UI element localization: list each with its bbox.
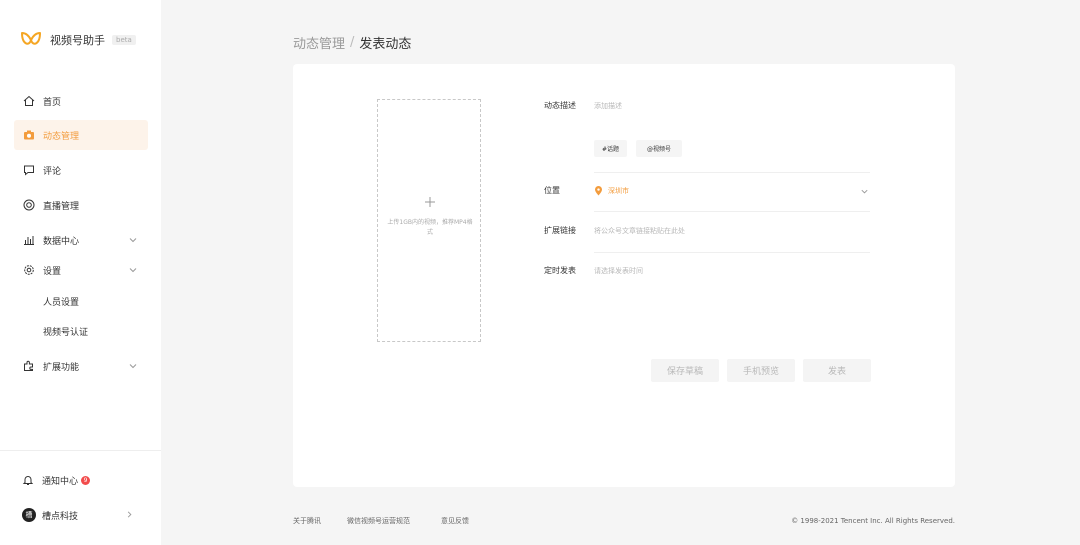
sidebar-item-label: 扩展功能 bbox=[43, 362, 80, 373]
location-select[interactable]: 深圳市 bbox=[594, 185, 629, 197]
location-pin-icon bbox=[595, 186, 602, 196]
location-value: 深圳市 bbox=[608, 187, 629, 195]
sidebar-item-settings[interactable]: 设置 bbox=[14, 255, 148, 285]
comment-icon bbox=[22, 164, 35, 177]
description-input[interactable]: 添加描述 bbox=[594, 100, 864, 112]
bar-chart-icon bbox=[22, 234, 35, 247]
post-form-card: 上传1GB内的视频，推荐MP4格式 动态描述 添加描述 #话题 @视频号 位置 … bbox=[293, 64, 955, 487]
app-name: 视频号助手 bbox=[50, 34, 105, 47]
sidebar-item-label: 设置 bbox=[43, 266, 62, 277]
sidebar-item-label: 直播管理 bbox=[43, 201, 80, 212]
field-divider bbox=[594, 211, 870, 212]
sidebar: 视频号助手 beta 首页 动态管理 评论 直播管理 数据中心 设置 人员设置 … bbox=[0, 0, 161, 545]
sidebar-item-data[interactable]: 数据中心 bbox=[14, 225, 148, 255]
breadcrumb: 动态管理 / 发表动态 bbox=[293, 33, 412, 52]
avatar: 槽 bbox=[22, 508, 36, 522]
notification-label: 通知中心 bbox=[42, 476, 79, 487]
logo-icon bbox=[21, 32, 41, 45]
notification-badge: 9 bbox=[81, 475, 91, 485]
sidebar-divider bbox=[0, 450, 161, 451]
copyright: © 1998-2021 Tencent Inc. All Rights Rese… bbox=[791, 517, 955, 525]
account-name: 槽点科技 bbox=[42, 511, 79, 522]
link-label: 扩展链接 bbox=[544, 226, 576, 235]
preview-button[interactable]: 手机预览 bbox=[727, 359, 795, 382]
puzzle-icon bbox=[22, 360, 35, 373]
sidebar-item-label: 评论 bbox=[43, 166, 62, 177]
sidebar-item-live[interactable]: 直播管理 bbox=[14, 190, 148, 220]
account-menu[interactable]: 槽 槽点科技 bbox=[22, 507, 136, 523]
sidebar-item-label: 动态管理 bbox=[43, 131, 80, 142]
sidebar-item-label: 首页 bbox=[43, 97, 62, 108]
topic-tag-button[interactable]: #话题 bbox=[594, 140, 627, 157]
sidebar-subitem-staff[interactable]: 人员设置 bbox=[43, 296, 79, 310]
sidebar-subitem-verification[interactable]: 视频号认证 bbox=[43, 326, 88, 340]
chevron-down-icon[interactable] bbox=[860, 187, 869, 196]
gear-icon bbox=[22, 264, 35, 277]
upload-hint: 上传1GB内的视频，推荐MP4格式 bbox=[387, 219, 473, 236]
home-icon bbox=[22, 95, 35, 108]
chevron-right-icon bbox=[127, 511, 132, 518]
beta-badge: beta bbox=[112, 35, 136, 45]
publish-button[interactable]: 发表 bbox=[803, 359, 871, 382]
save-draft-button[interactable]: 保存草稿 bbox=[651, 359, 719, 382]
sidebar-item-extensions[interactable]: 扩展功能 bbox=[14, 351, 148, 381]
bell-icon bbox=[22, 476, 34, 485]
mention-tag-button[interactable]: @视频号 bbox=[636, 140, 682, 157]
sidebar-item-home[interactable]: 首页 bbox=[14, 86, 148, 116]
footer-link-rules[interactable]: 微信视频号运营规范 bbox=[347, 516, 410, 526]
breadcrumb-separator: / bbox=[350, 34, 355, 50]
chevron-down-icon bbox=[129, 364, 137, 369]
location-label: 位置 bbox=[544, 186, 560, 195]
notification-center[interactable]: 通知中心 9 bbox=[22, 472, 91, 488]
link-input[interactable]: 将公众号文章链接粘贴在此处 bbox=[594, 225, 864, 237]
schedule-label: 定时发表 bbox=[544, 266, 576, 275]
sidebar-item-label: 数据中心 bbox=[43, 236, 80, 247]
schedule-input[interactable]: 请选择发表时间 bbox=[594, 265, 864, 277]
chevron-down-icon bbox=[129, 268, 137, 273]
plus-icon bbox=[425, 197, 435, 207]
field-divider bbox=[594, 172, 870, 173]
breadcrumb-parent[interactable]: 动态管理 bbox=[293, 33, 345, 52]
footer-link-feedback[interactable]: 意见反馈 bbox=[441, 516, 469, 526]
page-title: 发表动态 bbox=[359, 36, 412, 52]
camera-icon bbox=[22, 129, 35, 142]
live-icon bbox=[22, 199, 35, 212]
sidebar-item-posts[interactable]: 动态管理 bbox=[14, 120, 148, 150]
field-divider bbox=[594, 252, 870, 253]
description-label: 动态描述 bbox=[544, 101, 576, 110]
sidebar-item-comments[interactable]: 评论 bbox=[14, 155, 148, 185]
video-upload-area[interactable]: 上传1GB内的视频，推荐MP4格式 bbox=[377, 99, 481, 342]
chevron-down-icon bbox=[129, 238, 137, 243]
brand[interactable]: 视频号助手 beta bbox=[20, 30, 136, 50]
footer-link-about[interactable]: 关于腾讯 bbox=[293, 516, 321, 526]
